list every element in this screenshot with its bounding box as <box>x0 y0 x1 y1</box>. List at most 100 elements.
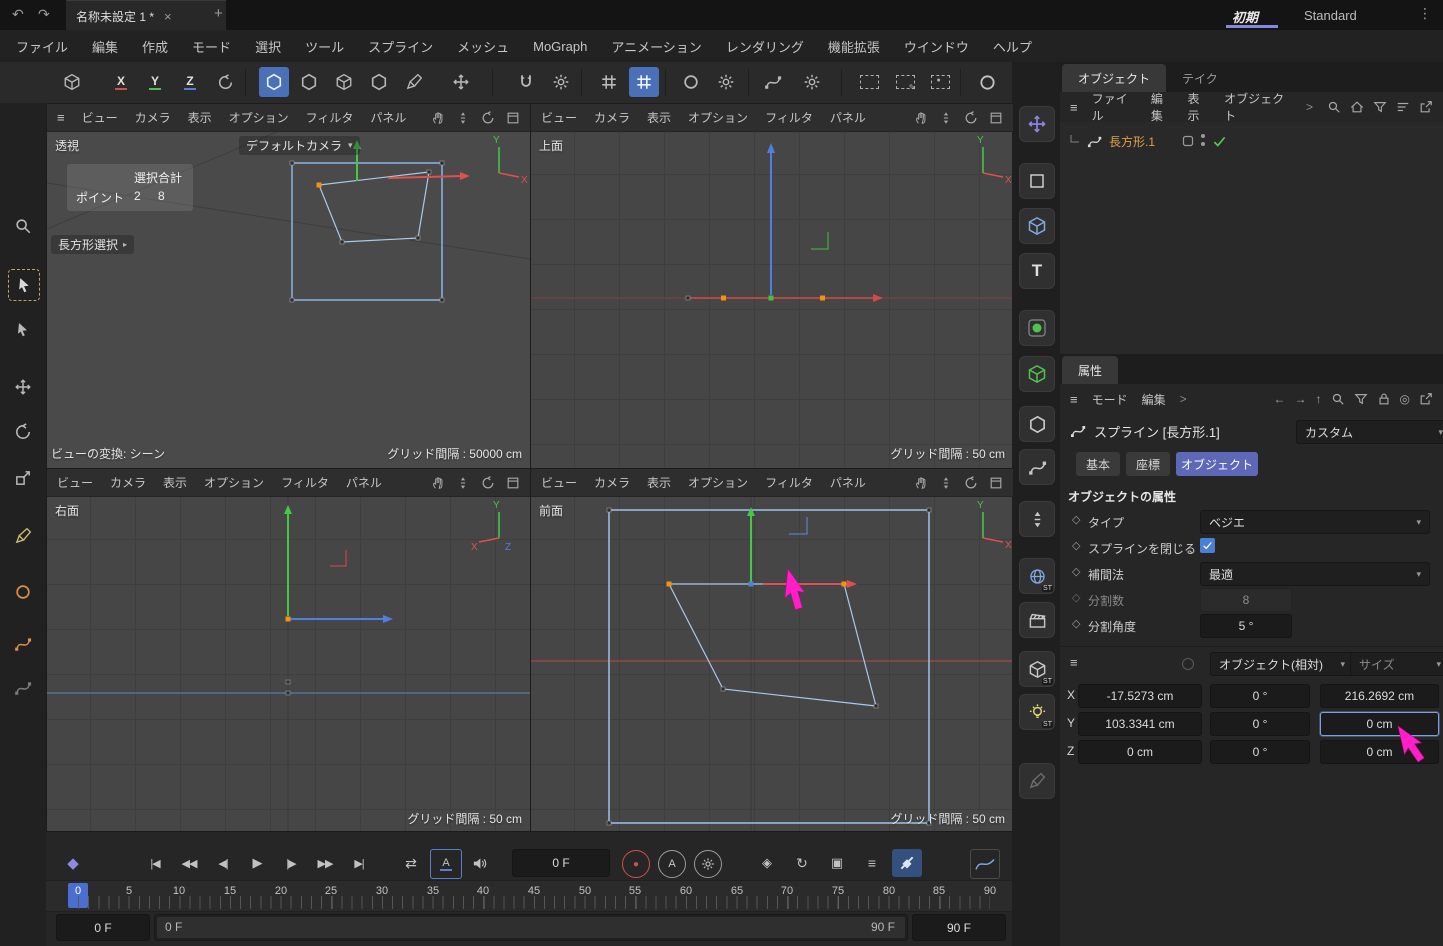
am-menu-mode[interactable]: モード <box>1092 391 1128 408</box>
type-dropdown[interactable]: ベジエ ▾ <box>1200 510 1430 534</box>
workplane-mode-button[interactable] <box>364 67 394 97</box>
om-menu-objects[interactable]: オブジェクト <box>1224 90 1292 124</box>
rectangle-palette-button[interactable] <box>1019 163 1055 199</box>
layout-standard-tab[interactable]: Standard <box>1304 8 1357 23</box>
orbit-view-icon[interactable] <box>481 111 495 125</box>
redo-icon[interactable]: ↷ <box>38 7 50 21</box>
sort-icon[interactable] <box>1396 100 1410 114</box>
vp-menu-view[interactable]: ビュー <box>57 474 93 491</box>
preset-dropdown[interactable]: カスタム ▾ <box>1296 420 1443 444</box>
checkmark-icon[interactable] <box>1212 134 1227 149</box>
key-box-button[interactable]: ▣ <box>822 849 852 877</box>
dolly-view-icon[interactable] <box>939 476 953 490</box>
om-menu-view[interactable]: 表示 <box>1187 90 1210 124</box>
text-palette-button[interactable]: T <box>1019 253 1055 289</box>
vp-menu-camera[interactable]: カメラ <box>594 474 630 491</box>
pos-y-field[interactable]: 103.3341 cm <box>1078 712 1202 736</box>
preview-range-slider[interactable]: 0 F 90 F <box>154 914 908 941</box>
prev-frame-button[interactable]: ◀| <box>208 849 238 877</box>
vp-menu-panel[interactable]: パネル <box>370 109 406 126</box>
record-settings-button[interactable] <box>694 850 722 878</box>
pan-view-icon[interactable] <box>914 476 928 490</box>
range-start-field[interactable]: 0 F <box>56 914 150 941</box>
goto-end-button[interactable]: ▶| <box>344 849 374 877</box>
vp-menu-view[interactable]: ビュー <box>541 109 577 126</box>
texture-mode-button[interactable] <box>329 67 359 97</box>
new-tab-icon[interactable]: + <box>214 6 223 21</box>
axis-edit-button[interactable] <box>446 67 476 97</box>
pos-x-field[interactable]: -17.5273 cm <box>1078 684 1202 708</box>
scale-z-field[interactable]: 0 cm <box>1320 740 1439 764</box>
vp-menu-view[interactable]: ビュー <box>82 109 118 126</box>
history-forward-icon[interactable]: → <box>1295 393 1307 405</box>
globe-stage-button[interactable]: ST <box>1019 558 1055 594</box>
kebab-menu-icon[interactable]: ⋮ <box>1418 6 1432 20</box>
selected-point[interactable] <box>820 296 825 301</box>
loop-mode-button[interactable]: ⇄ <box>396 849 426 877</box>
vp-menu-display[interactable]: 表示 <box>647 474 671 491</box>
pan-view-icon[interactable] <box>914 111 928 125</box>
model-mode-button[interactable] <box>294 67 324 97</box>
circle-primitive-button[interactable] <box>8 577 38 607</box>
camera-dropdown[interactable]: デフォルトカメラ ▾ <box>239 136 360 155</box>
om-menu-edit[interactable]: 編集 <box>1151 90 1174 124</box>
menu-extensions[interactable]: 機能拡張 <box>828 37 880 56</box>
vp-menu-camera[interactable]: カメラ <box>110 474 146 491</box>
maximize-view-icon[interactable] <box>989 476 1003 490</box>
scale-y-field[interactable]: 0 cm <box>1320 712 1439 736</box>
maximize-view-icon[interactable] <box>989 111 1003 125</box>
current-frame-field[interactable]: 0 F <box>512 849 610 877</box>
key-transform-button[interactable]: ◈ <box>752 849 782 877</box>
interactive-region-button[interactable]: ✎ <box>890 67 920 97</box>
edit-object-button[interactable] <box>399 67 429 97</box>
tab-object[interactable]: オブジェクト <box>1176 452 1258 476</box>
preview-range-fill[interactable] <box>157 917 905 938</box>
record-dot-icon[interactable] <box>1182 658 1194 670</box>
vp-menu-view[interactable]: ビュー <box>541 474 577 491</box>
record-autokey-button[interactable]: A <box>658 850 686 878</box>
next-key-button[interactable]: ▶▶ <box>310 849 340 877</box>
autokey-button[interactable]: A <box>430 849 462 879</box>
vp-menu-display[interactable]: 表示 <box>647 109 671 126</box>
undo-icon[interactable]: ↶ <box>12 7 24 21</box>
vp-menu-filter[interactable]: フィルタ <box>765 474 813 491</box>
key-disable-button[interactable]: ◆ <box>892 849 922 877</box>
square-spline[interactable] <box>609 510 929 823</box>
rot-y-field[interactable]: 0 ° <box>1210 712 1310 736</box>
search-commands-button[interactable] <box>8 211 38 241</box>
viewport-canvas-right[interactable]: Y X Z <box>47 496 530 832</box>
orbit-view-icon[interactable] <box>964 476 978 490</box>
green-cube-palette-button[interactable] <box>1019 356 1055 392</box>
vp-menu-camera[interactable]: カメラ <box>135 109 171 126</box>
close-tab-icon[interactable]: × <box>164 10 172 23</box>
snap-settings-button[interactable] <box>546 67 576 97</box>
sound-button[interactable] <box>464 849 494 877</box>
pan-view-icon[interactable] <box>431 111 445 125</box>
range-end-field[interactable]: 90 F <box>912 914 1006 941</box>
go-up-icon[interactable]: ↑ <box>1316 393 1322 405</box>
keyframe-diamond-button[interactable]: ◆ <box>58 849 88 877</box>
filter-icon[interactable] <box>1354 392 1368 406</box>
hamburger-icon[interactable]: ≡ <box>1070 101 1078 114</box>
scale-tool-button[interactable] <box>8 463 38 493</box>
om-menu-file[interactable]: ファイル <box>1092 90 1137 124</box>
primitive-palette-button[interactable] <box>1019 310 1055 346</box>
rotate-tool-button[interactable] <box>8 417 38 447</box>
play-button[interactable]: ▶ <box>242 849 272 877</box>
rot-z-field[interactable]: 0 ° <box>1210 740 1310 764</box>
menu-overflow-icon[interactable]: > <box>1306 100 1313 114</box>
quantize-button[interactable] <box>594 67 624 97</box>
vp-menu-panel[interactable]: パネル <box>830 474 866 491</box>
render-region-button[interactable] <box>854 67 884 97</box>
object-tree-item[interactable]: 長方形.1 <box>1068 130 1155 152</box>
key-diamond-icon[interactable]: ◇ <box>1072 617 1080 630</box>
pos-z-field[interactable]: 0 cm <box>1078 740 1202 764</box>
vp-menu-filter[interactable]: フィルタ <box>306 109 354 126</box>
record-position-button[interactable]: ● <box>622 850 650 878</box>
vp-menu-camera[interactable]: カメラ <box>594 109 630 126</box>
size-dropdown[interactable]: サイズ ▾ <box>1350 652 1443 676</box>
menu-help[interactable]: ヘルプ <box>993 37 1032 56</box>
render-view-button[interactable] <box>676 67 706 97</box>
render-queue-button[interactable] <box>972 67 1002 97</box>
axis-point[interactable] <box>749 582 754 587</box>
